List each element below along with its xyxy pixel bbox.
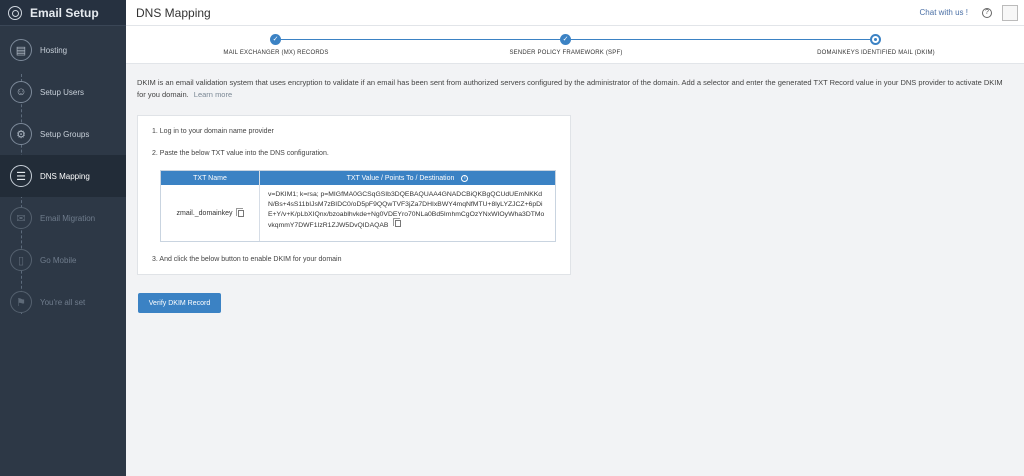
- progress-track: [274, 39, 874, 40]
- sidebar-item-dns-mapping[interactable]: ☰ DNS Mapping: [0, 155, 126, 197]
- sidebar: Email Setup ▤ Hosting ☺ Setup Users ⚙ Se…: [0, 0, 126, 476]
- groups-icon: ⚙: [10, 123, 32, 145]
- table-row: zmail._domainkey v=DKIM1; k=rsa; p=MIGfM…: [161, 185, 555, 241]
- sidebar-item-email-migration[interactable]: ✉ Email Migration: [0, 197, 126, 239]
- description-text: DKIM is an email validation system that …: [137, 78, 1003, 99]
- sidebar-item-label: Setup Groups: [40, 129, 90, 139]
- info-icon[interactable]: i: [461, 174, 469, 182]
- sidebar-item-label: Setup Users: [40, 87, 85, 97]
- sidebar-item-hosting[interactable]: ▤ Hosting: [0, 29, 126, 71]
- verify-dkim-button[interactable]: Verify DKIM Record: [138, 293, 221, 313]
- txt-value-cell: v=DKIM1; k=rsa; p=MIGfMA0GCSqGSIb3DQEBAQ…: [260, 185, 555, 241]
- sidebar-title: Email Setup: [30, 5, 99, 20]
- step-done-icon[interactable]: ✓: [270, 34, 281, 45]
- step-current-icon[interactable]: [870, 34, 881, 45]
- txt-name-value: zmail._domainkey: [176, 209, 233, 217]
- learn-more-link[interactable]: Learn more: [194, 90, 232, 99]
- help-icon[interactable]: ?: [982, 7, 992, 18]
- step-label-mx: MAIL EXCHANGER (MX) RECORDS: [223, 50, 329, 56]
- copy-icon[interactable]: [235, 207, 244, 217]
- col-txt-value: TXT Value / Points To / Destination i: [260, 171, 555, 185]
- col-txt-name: TXT Name: [161, 171, 260, 185]
- chat-link[interactable]: Chat with us !: [920, 8, 968, 17]
- setup-steps: ▤ Hosting ☺ Setup Users ⚙ Setup Groups ☰…: [0, 26, 126, 323]
- sidebar-item-label: Email Migration: [40, 213, 96, 223]
- col-txt-value-label: TXT Value / Points To / Destination: [346, 174, 455, 182]
- gear-logo-icon: [8, 5, 22, 20]
- dns-icon: ☰: [10, 165, 32, 187]
- txt-name-cell: zmail._domainkey: [161, 185, 260, 241]
- page-title: DNS Mapping: [136, 5, 211, 20]
- txt-value-text: v=DKIM1; k=rsa; p=MIGfMA0GCSqGSIb3DQEBAQ…: [268, 191, 545, 229]
- sidebar-header: Email Setup: [0, 0, 126, 26]
- top-bar-actions: Chat with us ! ?: [920, 4, 1024, 21]
- txt-record-table: TXT Name TXT Value / Points To / Destina…: [160, 170, 556, 242]
- step-3-text: 3. And click the below button to enable …: [152, 256, 342, 263]
- mobile-icon: ▯: [10, 249, 32, 271]
- copy-icon[interactable]: [393, 218, 402, 227]
- step-1-text: 1. Log in to your domain name provider: [152, 128, 274, 135]
- sidebar-item-all-set[interactable]: ⚑ You're all set: [0, 281, 126, 323]
- sidebar-item-label: You're all set: [40, 297, 86, 307]
- sidebar-item-setup-groups[interactable]: ⚙ Setup Groups: [0, 113, 126, 155]
- flag-icon: ⚑: [10, 291, 32, 313]
- step-label-dkim: DOMAINKEYS IDENTIFIED MAIL (DKIM): [817, 50, 935, 56]
- users-icon: ☺: [10, 81, 32, 103]
- dkim-description: DKIM is an email validation system that …: [137, 77, 1007, 101]
- migration-icon: ✉: [10, 207, 32, 229]
- top-bar: DNS Mapping Chat with us ! ?: [126, 0, 1024, 26]
- table-header: TXT Name TXT Value / Points To / Destina…: [161, 171, 555, 185]
- step-label-spf: SENDER POLICY FRAMEWORK (SPF): [509, 50, 623, 56]
- sidebar-item-label: DNS Mapping: [40, 171, 90, 181]
- sidebar-item-setup-users[interactable]: ☺ Setup Users: [0, 71, 126, 113]
- sidebar-item-go-mobile[interactable]: ▯ Go Mobile: [0, 239, 126, 281]
- sidebar-item-label: Hosting: [40, 45, 68, 55]
- server-icon: ▤: [10, 39, 32, 61]
- step-done-icon[interactable]: ✓: [560, 34, 571, 45]
- progress-stepper: ✓ ✓ MAIL EXCHANGER (MX) RECORDS SENDER P…: [126, 26, 1024, 64]
- sidebar-item-label: Go Mobile: [40, 255, 77, 265]
- instructions-panel: 1. Log in to your domain name provider 2…: [137, 115, 571, 275]
- step-2-text: 2. Paste the below TXT value into the DN…: [152, 150, 329, 157]
- avatar[interactable]: [1002, 4, 1018, 21]
